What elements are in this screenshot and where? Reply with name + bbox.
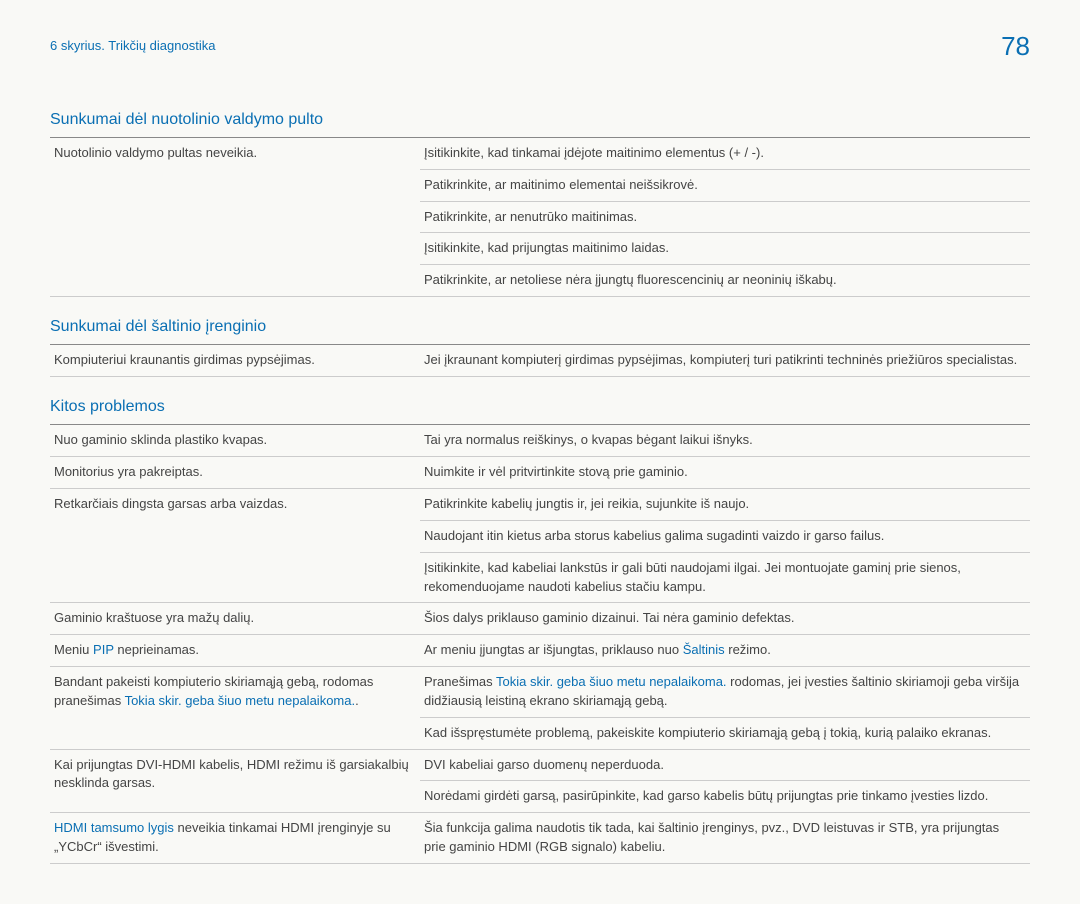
symptom-cell: HDMI tamsumo lygis neveikia tinkamai HDM… [50, 813, 420, 864]
symptom-cell: Nuo gaminio sklinda plastiko kvapas. [50, 425, 420, 457]
table-row: Monitorius yra pakreiptas. Nuimkite ir v… [50, 457, 1030, 489]
section-title-remote: Sunkumai dėl nuotolinio valdymo pulto [50, 108, 1030, 131]
page-header: 6 skyrius. Trikčių diagnostika 78 [50, 28, 1030, 66]
solution-cell: Šia funkcija galima naudotis tik tada, k… [420, 813, 1030, 864]
section-title-other: Kitos problemos [50, 395, 1030, 418]
table-row: Retkarčiais dingsta garsas arba vaizdas.… [50, 489, 1030, 521]
solution-cell: Įsitikinkite, kad prijungtas maitinimo l… [420, 233, 1030, 265]
solution-cell: Norėdami girdėti garsą, pasirūpinkite, k… [420, 781, 1030, 813]
table-source: Kompiuteriui kraunantis girdimas pypsėji… [50, 344, 1030, 377]
symptom-cell: Monitorius yra pakreiptas. [50, 457, 420, 489]
solution-cell: Patikrinkite kabelių jungtis ir, jei rei… [420, 489, 1030, 521]
table-row: Nuotolinio valdymo pultas neveikia. Įsit… [50, 137, 1030, 169]
solution-cell: DVI kabeliai garso duomenų neperduoda. [420, 749, 1030, 781]
chapter-title: 6 skyrius. Trikčių diagnostika [50, 37, 215, 56]
solution-cell: Pranešimas Tokia skir. geba šiuo metu ne… [420, 667, 1030, 718]
solution-cell: Jei įkraunant kompiuterį girdimas pypsėj… [420, 345, 1030, 377]
symptom-cell: Bandant pakeisti kompiuterio skiriamąją … [50, 667, 420, 750]
accent-text: HDMI tamsumo lygis [54, 820, 174, 835]
text-part: Meniu [54, 642, 93, 657]
section-title-source: Sunkumai dėl šaltinio įrenginio [50, 315, 1030, 338]
symptom-cell: Kai prijungtas DVI-HDMI kabelis, HDMI re… [50, 749, 420, 813]
solution-cell: Tai yra normalus reiškinys, o kvapas bėg… [420, 425, 1030, 457]
table-row: Meniu PIP neprieinamas. Ar meniu įjungta… [50, 635, 1030, 667]
text-part: režimo. [725, 642, 771, 657]
table-row: Kai prijungtas DVI-HDMI kabelis, HDMI re… [50, 749, 1030, 781]
accent-text: Tokia skir. geba šiuo metu nepalaikoma. [125, 693, 356, 708]
text-part: . [355, 693, 359, 708]
solution-cell: Ar meniu įjungtas ar išjungtas, priklaus… [420, 635, 1030, 667]
solution-cell: Kad išspręstumėte problemą, pakeiskite k… [420, 717, 1030, 749]
text-part: Ar meniu įjungtas ar išjungtas, priklaus… [424, 642, 683, 657]
solution-cell: Įsitikinkite, kad kabeliai lankstūs ir g… [420, 552, 1030, 603]
text-part: Pranešimas [424, 674, 496, 689]
solution-cell: Įsitikinkite, kad tinkamai įdėjote maiti… [420, 137, 1030, 169]
accent-text: Tokia skir. geba šiuo metu nepalaikoma. [496, 674, 727, 689]
table-row: Kompiuteriui kraunantis girdimas pypsėji… [50, 345, 1030, 377]
solution-cell: Patikrinkite, ar maitinimo elementai nei… [420, 169, 1030, 201]
page-number: 78 [1001, 28, 1030, 66]
document-page: 6 skyrius. Trikčių diagnostika 78 Sunkum… [0, 0, 1080, 904]
accent-text: Šaltinis [683, 642, 725, 657]
table-row: Nuo gaminio sklinda plastiko kvapas. Tai… [50, 425, 1030, 457]
table-other: Nuo gaminio sklinda plastiko kvapas. Tai… [50, 424, 1030, 864]
symptom-cell: Meniu PIP neprieinamas. [50, 635, 420, 667]
table-row: Bandant pakeisti kompiuterio skiriamąją … [50, 667, 1030, 718]
table-remote: Nuotolinio valdymo pultas neveikia. Įsit… [50, 137, 1030, 297]
solution-cell: Patikrinkite, ar netoliese nėra įjungtų … [420, 265, 1030, 297]
symptom-cell: Kompiuteriui kraunantis girdimas pypsėji… [50, 345, 420, 377]
symptom-cell: Retkarčiais dingsta garsas arba vaizdas. [50, 489, 420, 603]
solution-cell: Nuimkite ir vėl pritvirtinkite stovą pri… [420, 457, 1030, 489]
table-row: HDMI tamsumo lygis neveikia tinkamai HDM… [50, 813, 1030, 864]
solution-cell: Naudojant itin kietus arba storus kabeli… [420, 520, 1030, 552]
table-row: Gaminio kraštuose yra mažų dalių. Šios d… [50, 603, 1030, 635]
symptom-cell: Gaminio kraštuose yra mažų dalių. [50, 603, 420, 635]
solution-cell: Šios dalys priklauso gaminio dizainui. T… [420, 603, 1030, 635]
symptom-cell: Nuotolinio valdymo pultas neveikia. [50, 137, 420, 296]
accent-text: PIP [93, 642, 114, 657]
solution-cell: Patikrinkite, ar nenutrūko maitinimas. [420, 201, 1030, 233]
text-part: neprieinamas. [114, 642, 199, 657]
